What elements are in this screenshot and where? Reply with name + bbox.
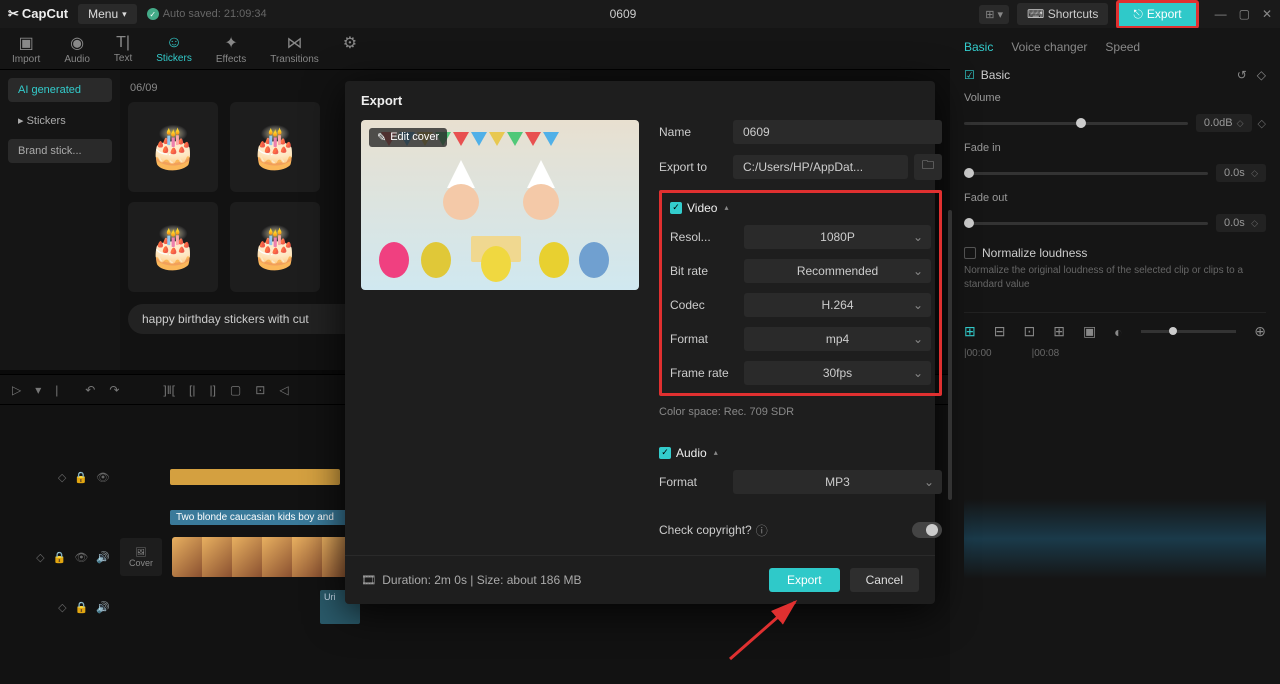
- aformat-label: Format: [659, 475, 733, 489]
- name-input[interactable]: [733, 120, 942, 144]
- codec-label: Codec: [670, 298, 744, 312]
- browse-folder-icon[interactable]: 🗀: [914, 154, 942, 180]
- info-icon[interactable]: ⓘ: [756, 522, 768, 539]
- export-modal: Export ✎ Edit cover: [345, 81, 935, 604]
- audio-section-title: Audio: [676, 446, 707, 460]
- codec-select[interactable]: H.264: [744, 293, 931, 317]
- modal-title: Export: [345, 81, 935, 120]
- colorspace-note: Color space: Rec. 709 SDR: [659, 406, 942, 418]
- cancel-button[interactable]: Cancel: [850, 568, 919, 592]
- exportto-input[interactable]: [733, 155, 908, 179]
- copyright-toggle[interactable]: [912, 522, 942, 538]
- name-label: Name: [659, 125, 733, 139]
- resolution-select[interactable]: 1080P: [744, 225, 931, 249]
- export-modal-overlay: Export ✎ Edit cover: [0, 0, 1280, 684]
- modal-scrollbar[interactable]: [948, 210, 952, 500]
- framerate-select[interactable]: 30fps: [744, 361, 931, 385]
- bitrate-select[interactable]: Recommended: [744, 259, 931, 283]
- bitrate-label: Bit rate: [670, 264, 744, 278]
- export-confirm-button[interactable]: Export: [769, 568, 840, 592]
- copyright-label: Check copyright? ⓘ: [659, 522, 912, 539]
- audio-checkbox-icon[interactable]: ✓: [659, 447, 671, 459]
- edit-cover-button[interactable]: ✎ Edit cover: [369, 128, 447, 147]
- film-icon: 🎞: [361, 573, 376, 587]
- video-section-title: Video: [687, 201, 717, 215]
- resolution-label: Resol...: [670, 230, 744, 244]
- video-checkbox-icon[interactable]: ✓: [670, 202, 682, 214]
- format-select[interactable]: mp4: [744, 327, 931, 351]
- annotation-arrow: [720, 594, 810, 664]
- video-settings-group: ✓ Video Resol...1080P Bit rateRecommended…: [659, 190, 942, 396]
- aformat-select[interactable]: MP3: [733, 470, 942, 494]
- exportto-label: Export to: [659, 160, 733, 174]
- export-cover-preview: ✎ Edit cover: [361, 120, 639, 290]
- format-label: Format: [670, 332, 744, 346]
- export-meta: Duration: 2m 0s | Size: about 186 MB: [382, 573, 581, 587]
- framerate-label: Frame rate: [670, 366, 744, 380]
